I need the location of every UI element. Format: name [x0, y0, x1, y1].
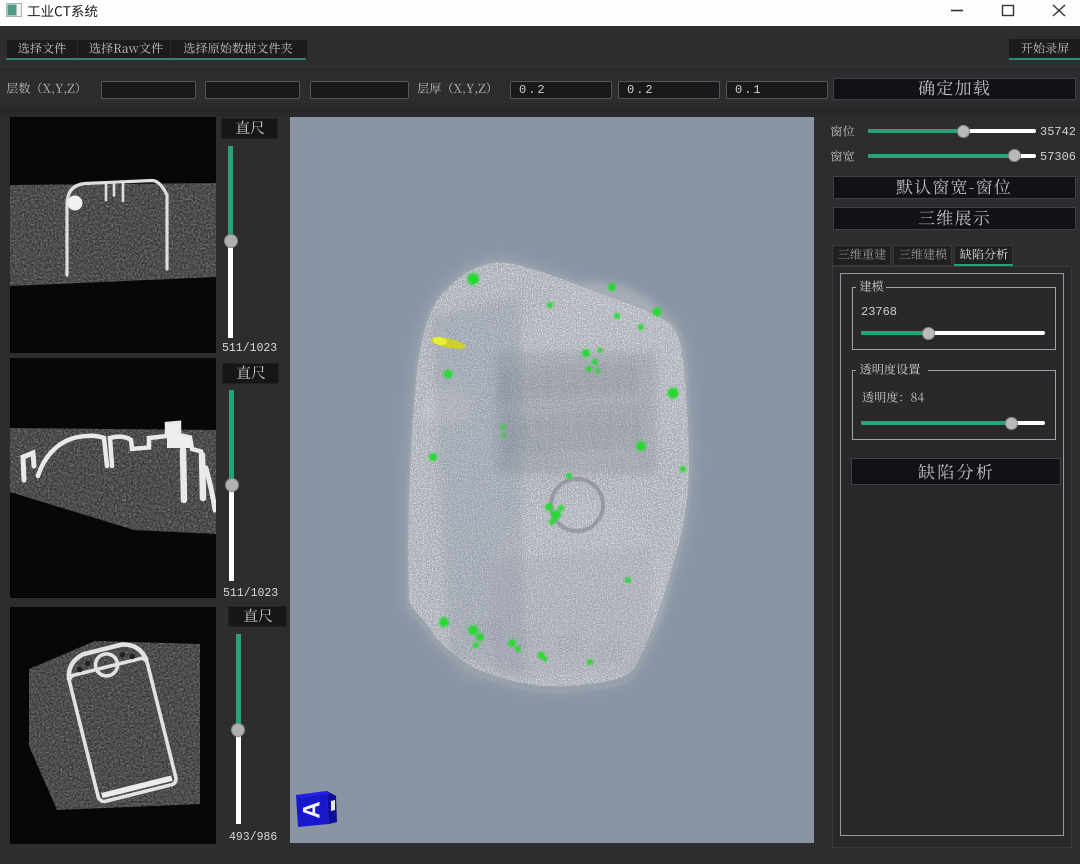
svg-text:A: A	[299, 801, 326, 818]
